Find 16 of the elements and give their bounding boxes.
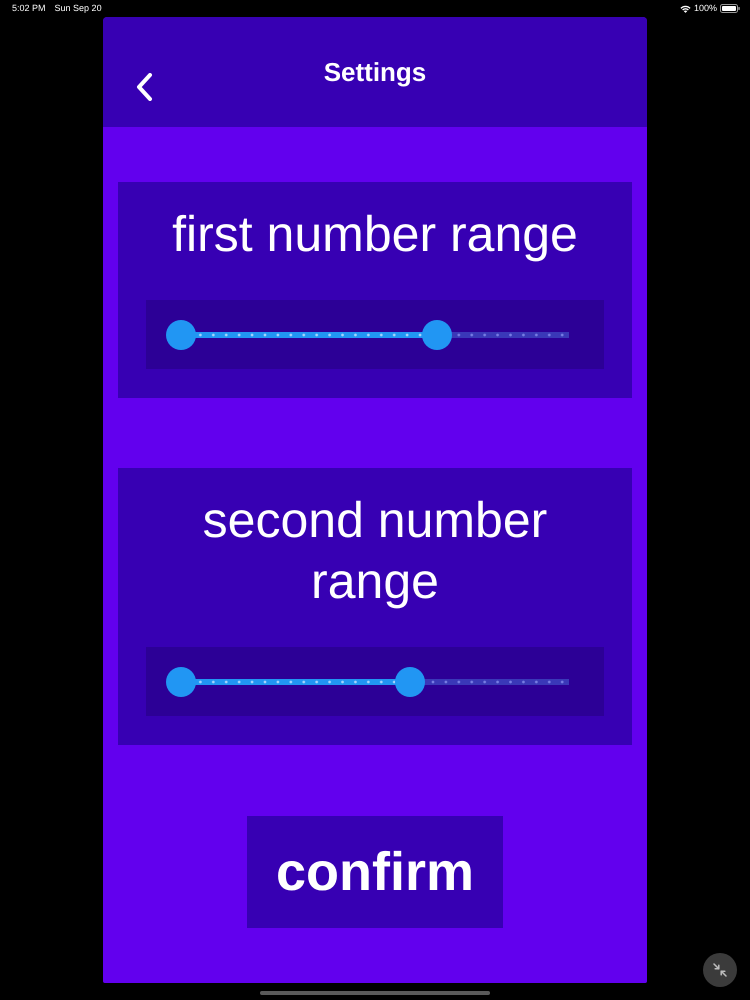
status-time: 5:02 PM: [12, 3, 46, 14]
wifi-icon: [680, 4, 691, 12]
battery-percent: 100%: [694, 3, 717, 14]
slider-thumb[interactable]: [166, 320, 196, 350]
status-date: Sun Sep 20: [54, 3, 102, 14]
arrows-inward-icon: [713, 963, 727, 977]
back-icon[interactable]: [135, 73, 153, 101]
range-title: second number range: [202, 491, 548, 611]
header-title: Settings: [324, 56, 426, 88]
confirm-button[interactable]: confirm: [247, 816, 503, 928]
slider-thumb[interactable]: [166, 666, 196, 696]
slider-thumb[interactable]: [394, 666, 425, 696]
range-title: first number range: [172, 205, 578, 264]
slider-thumb[interactable]: [422, 320, 452, 350]
battery-icon: [720, 4, 740, 13]
collapse-button[interactable]: [703, 953, 737, 987]
